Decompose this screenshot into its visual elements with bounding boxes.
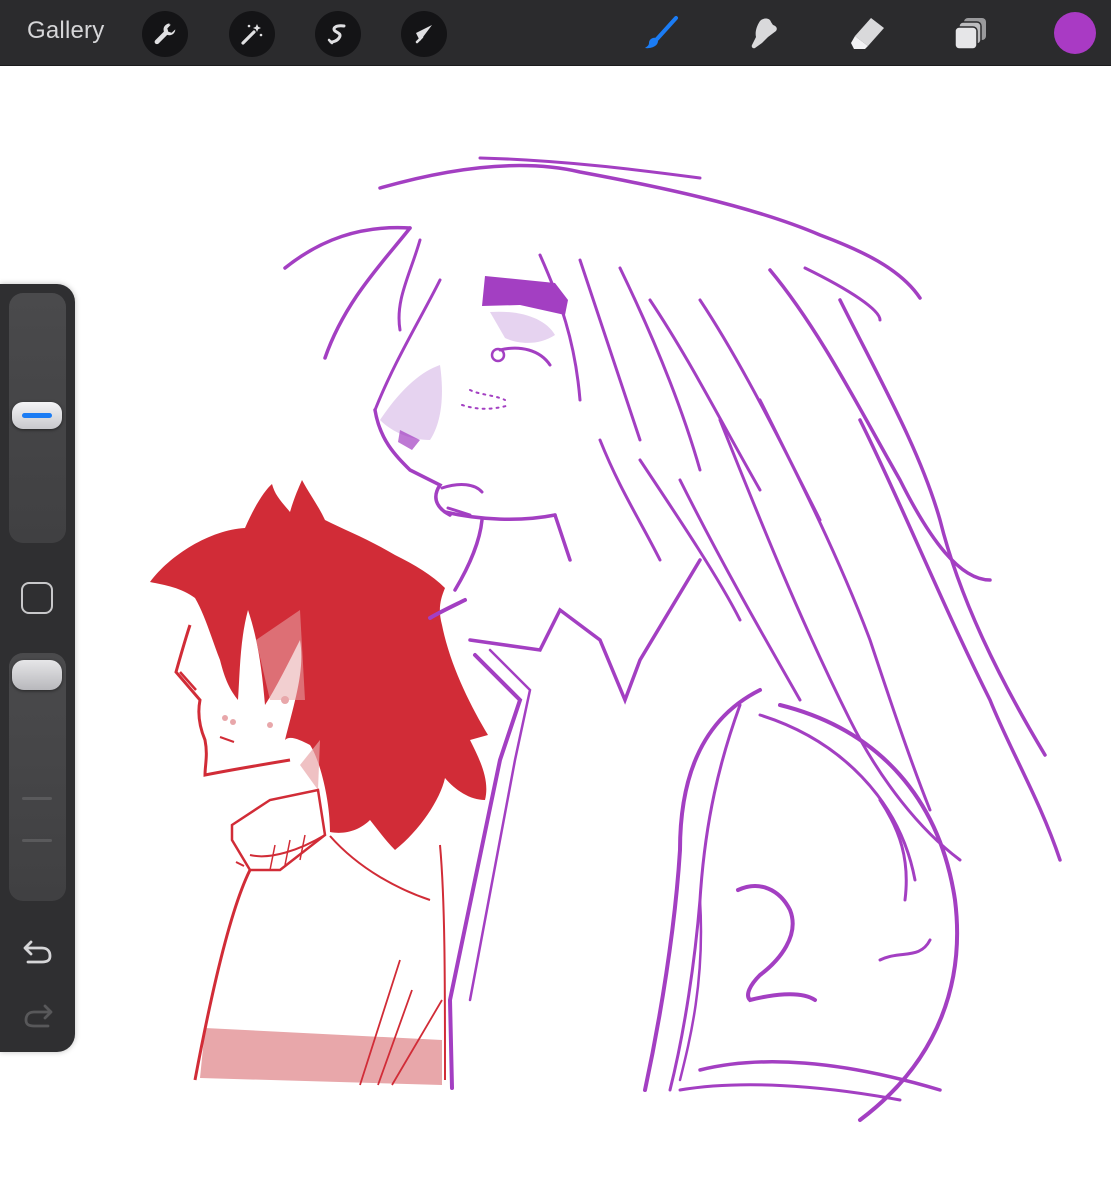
adjustments-button[interactable] xyxy=(229,11,275,57)
redo-button[interactable] xyxy=(18,998,58,1034)
actions-button[interactable] xyxy=(142,11,188,57)
layers-button[interactable] xyxy=(948,10,994,56)
opacity-handle[interactable] xyxy=(12,660,62,690)
gallery-button[interactable]: Gallery xyxy=(27,17,104,45)
magic-wand-icon xyxy=(241,24,263,45)
smudge-button[interactable] xyxy=(741,10,787,56)
opacity-slider[interactable] xyxy=(9,653,66,901)
transform-button[interactable] xyxy=(401,11,447,57)
wrench-icon xyxy=(154,23,176,45)
layers-icon xyxy=(954,18,986,50)
modify-button[interactable] xyxy=(21,582,53,614)
undo-icon xyxy=(23,940,52,964)
smudge-icon xyxy=(751,18,777,49)
brush-button[interactable] xyxy=(638,10,684,56)
transform-arrow-icon xyxy=(415,25,432,44)
color-picker-button[interactable] xyxy=(1054,12,1096,54)
top-toolbar: Gallery xyxy=(0,0,1111,66)
brush-icon xyxy=(645,16,678,49)
selection-button[interactable] xyxy=(315,11,361,57)
slider-tick xyxy=(22,797,52,800)
redo-icon xyxy=(24,1004,53,1028)
slider-tick xyxy=(22,839,52,842)
eraser-button[interactable] xyxy=(845,10,891,56)
drawing-canvas[interactable] xyxy=(0,66,1111,1200)
brush-size-handle[interactable] xyxy=(12,402,62,429)
artwork-illustration xyxy=(150,156,1062,1122)
brush-size-slider[interactable] xyxy=(9,293,66,543)
active-indicator xyxy=(22,413,52,418)
undo-button[interactable] xyxy=(18,934,58,970)
eraser-icon xyxy=(851,18,884,49)
selection-icon xyxy=(327,24,346,45)
red-character-sketch xyxy=(150,480,488,1086)
left-sidebar xyxy=(0,284,75,1052)
